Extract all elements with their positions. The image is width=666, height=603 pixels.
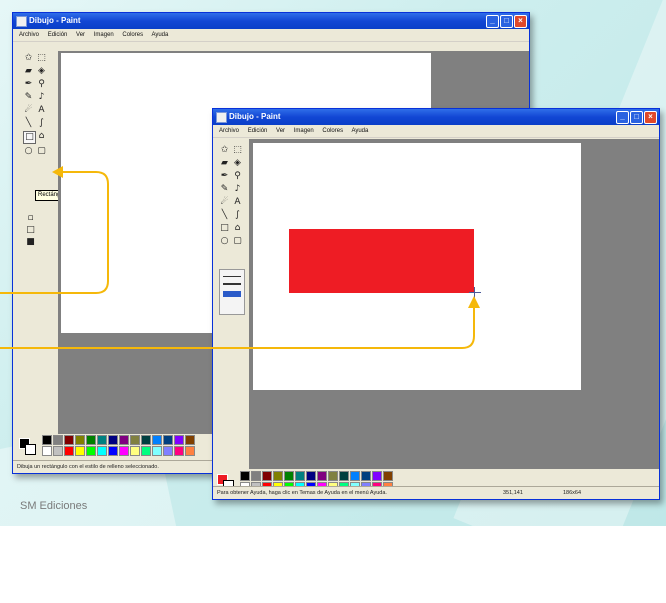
callout-arrows <box>0 166 480 349</box>
arrowhead-icon <box>468 296 480 308</box>
callout-arrow-to-cursor <box>0 306 475 349</box>
callout-arrow-to-rectangle-tool <box>0 171 109 294</box>
arrowhead-icon <box>52 166 63 178</box>
credit-text: SM Ediciones <box>20 500 88 512</box>
